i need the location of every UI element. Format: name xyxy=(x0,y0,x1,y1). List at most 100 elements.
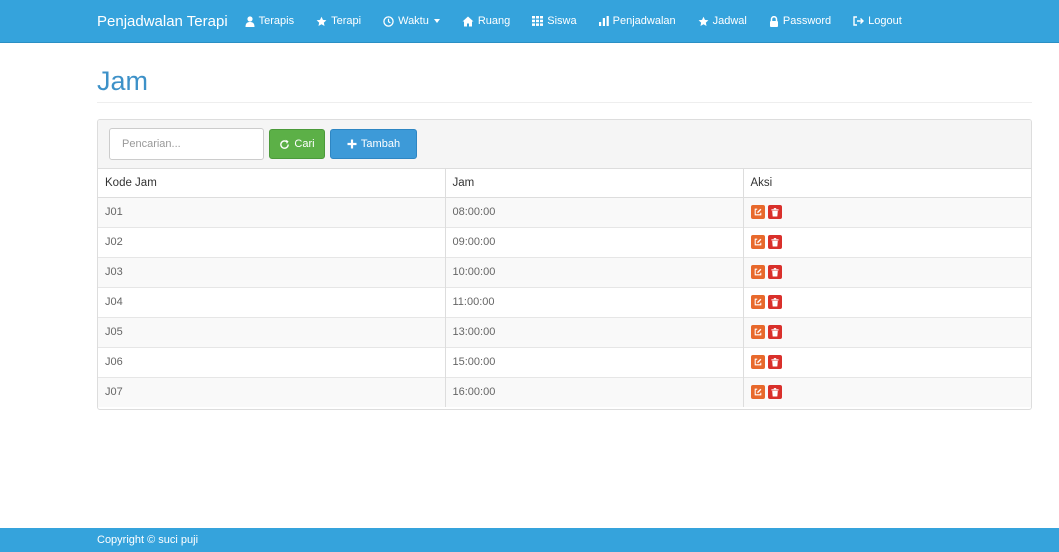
column-header-kode-jam: Kode Jam xyxy=(98,169,445,198)
cell-aksi xyxy=(742,256,1032,287)
nav-item-password[interactable]: Password xyxy=(769,15,831,27)
table-row: J05 13:00:00 xyxy=(98,316,1032,347)
cell-kode-jam: J03 xyxy=(98,256,445,287)
nav-item-logout[interactable]: Logout xyxy=(853,15,902,27)
nav-item-penjadwalan[interactable]: Penjadwalan xyxy=(598,15,676,27)
delete-button[interactable] xyxy=(767,295,782,309)
add-button[interactable]: Tambah xyxy=(330,129,417,159)
row-actions xyxy=(750,235,1032,249)
table-row: J03 10:00:00 xyxy=(98,256,1032,287)
table-row: J02 09:00:00 xyxy=(98,226,1032,257)
delete-button[interactable] xyxy=(767,205,782,219)
delete-button[interactable] xyxy=(767,325,782,339)
cell-aksi xyxy=(742,286,1032,317)
edit-icon xyxy=(754,298,761,306)
row-actions xyxy=(750,295,1032,309)
trash-icon xyxy=(770,237,779,246)
bar-chart-icon xyxy=(598,16,609,26)
cell-kode-jam: J04 xyxy=(98,286,445,317)
cell-jam: 15:00:00 xyxy=(444,346,743,377)
nav-label-logout: Logout xyxy=(868,15,902,27)
delete-button[interactable] xyxy=(767,235,782,249)
logout-icon xyxy=(853,16,865,26)
edit-button[interactable] xyxy=(750,355,765,369)
nav-label-terapi: Terapi xyxy=(331,15,362,27)
edit-icon xyxy=(754,388,761,396)
cell-kode-jam: J07 xyxy=(98,376,445,407)
home-icon xyxy=(462,16,474,27)
delete-button[interactable] xyxy=(767,355,782,369)
edit-button[interactable] xyxy=(750,205,765,219)
row-actions xyxy=(750,355,1032,369)
search-toolbar: Cari Tambah xyxy=(98,120,1031,169)
nav-item-siswa[interactable]: Siswa xyxy=(532,15,577,27)
cell-kode-jam: J05 xyxy=(98,316,445,347)
top-navbar: Penjadwalan Terapi Terapis Terapi Waktu … xyxy=(0,0,1059,43)
search-input[interactable] xyxy=(109,128,264,160)
delete-button[interactable] xyxy=(767,265,782,279)
row-actions xyxy=(750,205,1032,219)
cell-aksi xyxy=(742,226,1032,257)
grid-icon xyxy=(532,16,544,26)
table-row: J01 08:00:00 xyxy=(98,196,1032,227)
refresh-icon xyxy=(279,139,290,150)
user-icon xyxy=(245,15,255,27)
star-icon xyxy=(698,16,709,27)
nav-item-terapis[interactable]: Terapis xyxy=(245,15,294,27)
cell-jam: 16:00:00 xyxy=(444,376,743,407)
row-actions xyxy=(750,325,1032,339)
table-row: J07 16:00:00 xyxy=(98,376,1031,407)
edit-icon xyxy=(754,268,761,276)
search-button[interactable]: Cari xyxy=(269,129,325,159)
edit-button[interactable] xyxy=(750,385,765,400)
edit-button[interactable] xyxy=(750,295,765,309)
nav-label-siswa: Siswa xyxy=(547,15,577,27)
nav-label-terapis: Terapis xyxy=(258,15,295,27)
delete-button[interactable] xyxy=(767,385,782,400)
nav-label-jadwal: Jadwal xyxy=(712,15,747,27)
copyright-text: Copyright © suci puji xyxy=(97,534,199,546)
nav-item-jadwal[interactable]: Jadwal xyxy=(698,15,747,27)
lock-icon xyxy=(769,15,779,27)
title-divider xyxy=(97,102,1032,103)
edit-icon xyxy=(754,358,761,366)
nav-label-ruang: Ruang xyxy=(477,15,511,27)
cell-jam: 11:00:00 xyxy=(444,286,743,317)
edit-icon xyxy=(754,238,761,246)
cell-kode-jam: J02 xyxy=(98,226,445,257)
brand-title[interactable]: Penjadwalan Terapi xyxy=(97,13,228,30)
trash-icon xyxy=(770,297,779,306)
nav-label-password: Password xyxy=(782,15,832,27)
row-actions xyxy=(750,265,1032,279)
cell-aksi xyxy=(742,376,1031,407)
nav-label-penjadwalan: Penjadwalan xyxy=(612,15,676,27)
plus-icon xyxy=(347,139,357,149)
cell-aksi xyxy=(742,346,1032,377)
cell-kode-jam: J01 xyxy=(98,196,445,227)
add-button-label: Tambah xyxy=(360,138,401,150)
edit-button[interactable] xyxy=(750,265,765,279)
cell-kode-jam: J06 xyxy=(98,346,445,377)
jam-table: Kode Jam Jam Aksi J01 08:00:00 J02 09:00… xyxy=(98,169,1031,407)
star-icon xyxy=(316,16,327,27)
cell-jam: 10:00:00 xyxy=(444,256,743,287)
nav-item-waktu[interactable]: Waktu xyxy=(383,15,440,27)
nav-item-ruang[interactable]: Ruang xyxy=(462,15,510,27)
cell-aksi xyxy=(742,196,1032,227)
trash-icon xyxy=(770,207,779,216)
edit-button[interactable] xyxy=(750,235,765,249)
nav-label-waktu: Waktu xyxy=(398,15,429,27)
table-row: J06 15:00:00 xyxy=(98,346,1032,377)
table-row: J04 11:00:00 xyxy=(98,286,1032,317)
nav-item-terapi[interactable]: Terapi xyxy=(316,15,361,27)
table-header-row: Kode Jam Jam Aksi xyxy=(98,169,1031,198)
trash-icon xyxy=(770,357,779,366)
edit-button[interactable] xyxy=(750,325,765,339)
trash-icon xyxy=(770,387,779,397)
edit-icon xyxy=(754,328,761,336)
clock-icon xyxy=(383,15,394,27)
data-panel: Cari Tambah Kode Jam Jam Aksi J01 08:00:… xyxy=(97,119,1032,410)
cell-jam: 13:00:00 xyxy=(444,316,743,347)
chevron-down-icon xyxy=(433,19,440,23)
cell-jam: 09:00:00 xyxy=(444,226,743,257)
